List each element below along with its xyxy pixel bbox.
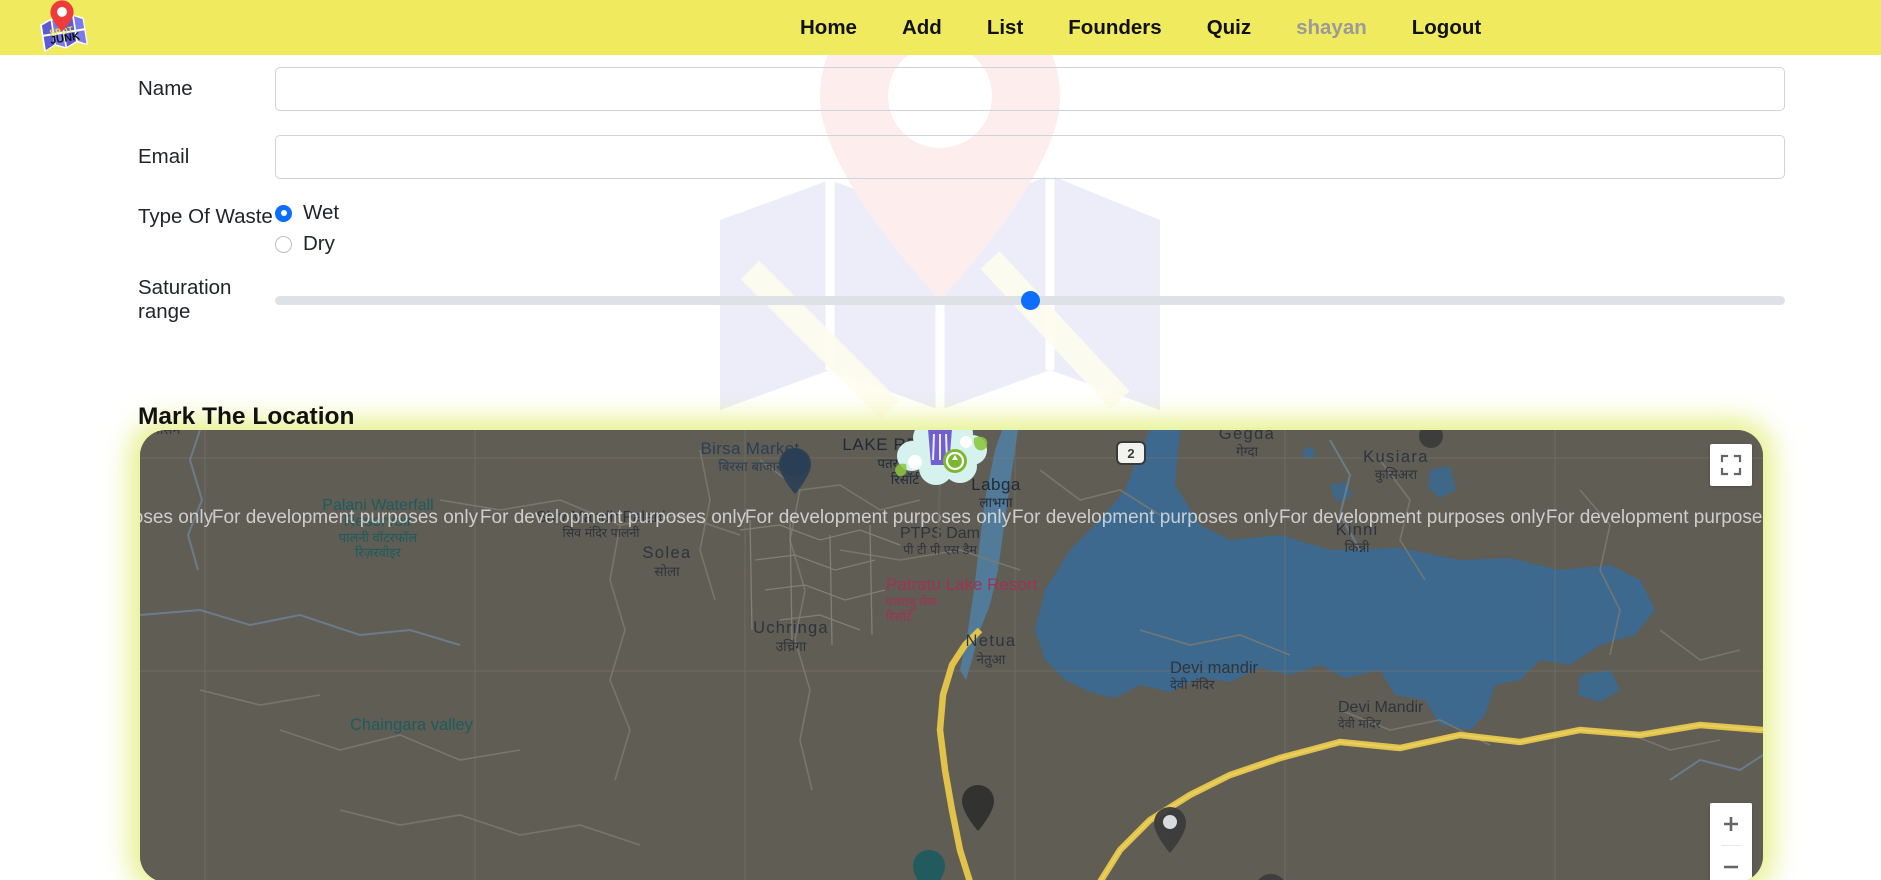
svg-text:Kusiara: Kusiara [1363, 448, 1429, 466]
svg-text:Uchringa: Uchringa [753, 619, 829, 637]
nav-link-list[interactable]: List [987, 16, 1023, 40]
svg-text:ओसम: ओसम [149, 430, 181, 437]
svg-text:गेग्दा: गेग्दा [1236, 443, 1259, 459]
nav-link-add[interactable]: Add [902, 16, 942, 40]
svg-text:For development purposes only: For development purposes only [1546, 507, 1763, 528]
mark-location-heading: Mark The Location [138, 402, 355, 430]
svg-text:Devi mandir: Devi mandir [1170, 659, 1259, 677]
map-zoom-in-button[interactable] [1710, 803, 1752, 845]
waste-report-form: Name Email Type Of Waste Wet Dry Saturat… [0, 55, 1881, 333]
radio-dry-icon[interactable] [275, 235, 292, 253]
svg-text:उच्रिंगा: उच्रिंगा [776, 638, 807, 654]
nav-link-username[interactable]: shayan [1296, 16, 1367, 40]
nav-link-quiz[interactable]: Quiz [1207, 16, 1251, 40]
name-input[interactable] [275, 67, 1785, 111]
form-row-name: Name [0, 55, 1881, 123]
saturation-slider-thumb[interactable] [1020, 290, 1040, 310]
svg-text:बिरसा बाजार: बिरसा बाजार [718, 458, 782, 474]
svg-text:Birsa Market: Birsa Market [700, 439, 799, 458]
radio-wet-label[interactable]: Wet [303, 201, 339, 225]
fullscreen-icon [1720, 454, 1742, 476]
waste-type-radio-group: Wet Dry [275, 193, 339, 256]
svg-text:पतरातु लेक: पतरातु लेक [886, 594, 938, 610]
waste-type-label: Type Of Waste [138, 205, 273, 228]
svg-text:रिसॉर्ट: रिसॉर्ट [891, 471, 920, 487]
svg-text:For development purposes only: For development purposes only [480, 507, 747, 528]
minus-icon [1724, 865, 1738, 869]
plus-icon [1724, 817, 1738, 831]
svg-text:Netua: Netua [965, 632, 1016, 650]
saturation-label: Saturation range [138, 276, 232, 323]
svg-text:नेतुआ: नेतुआ [977, 651, 1006, 668]
map-pin-logo-icon: SPOT JUNK [40, 0, 88, 53]
svg-text:Labga: Labga [971, 475, 1021, 494]
svg-text:पालनी वॉटरफॉल: पालनी वॉटरफॉल [339, 530, 418, 545]
svg-text:पी टी पी एस डैम: पी टी पी एस डैम [903, 542, 977, 557]
svg-text:For development purposes only: For development purposes only [745, 507, 1012, 528]
map-zoom-out-button[interactable] [1710, 846, 1752, 880]
radio-dry-label[interactable]: Dry [303, 232, 335, 256]
brand-logo-link[interactable]: SPOT JUNK [33, 0, 91, 56]
radio-item-dry[interactable]: Dry [275, 232, 339, 256]
email-input[interactable] [275, 135, 1785, 179]
name-label: Name [138, 77, 193, 100]
radio-wet-icon[interactable] [275, 204, 292, 222]
svg-text:किन्नी: किन्नी [1344, 539, 1370, 555]
top-navbar: SPOT JUNK Home Add List Founders Quiz sh… [0, 0, 1881, 55]
radio-item-wet[interactable]: Wet [275, 201, 339, 225]
svg-text:रिज़रवोइर: रिज़रवोइर [355, 545, 402, 560]
map-canvas[interactable]: 2 2 [140, 430, 1763, 880]
svg-text:देवी मंदिर: देवी मंदिर [1170, 677, 1215, 692]
svg-text:रिसॉर्ट: रिसॉर्ट [886, 609, 913, 624]
form-row-email: Email [0, 123, 1881, 191]
nav-link-logout[interactable]: Logout [1412, 16, 1481, 40]
svg-text:For development purposes only: For development purposes only [1279, 507, 1546, 528]
page-root: SPOT JUNK Home Add List Founders Quiz sh… [0, 0, 1881, 880]
form-row-waste-type: Type Of Waste Wet Dry [0, 191, 1881, 267]
saturation-slider[interactable] [275, 289, 1785, 311]
svg-text:Patratu Lake Resort: Patratu Lake Resort [886, 575, 1037, 594]
form-row-saturation: Saturation range [0, 267, 1881, 333]
svg-text:Chaingara valley: Chaingara valley [350, 716, 474, 734]
svg-text:Gegda: Gegda [1219, 430, 1276, 443]
email-label: Email [138, 145, 190, 168]
svg-text:2: 2 [1127, 446, 1134, 461]
nav-link-home[interactable]: Home [800, 16, 857, 40]
nav-link-founders[interactable]: Founders [1068, 16, 1161, 40]
map-fullscreen-button[interactable] [1710, 444, 1752, 486]
nav-links: Home Add List Founders Quiz shayan Logou… [800, 0, 1481, 55]
svg-text:Devi Mandir: Devi Mandir [1338, 699, 1424, 716]
location-map[interactable]: 2 2 [140, 430, 1763, 880]
svg-text:For development purposes only: For development purposes only [1012, 507, 1279, 528]
map-zoom-controls [1710, 803, 1752, 880]
svg-text:कुसिअरा: कुसिअरा [1375, 466, 1418, 483]
svg-text:Solea: Solea [642, 544, 691, 562]
svg-text:देवी मंदिर: देवी मंदिर [1338, 716, 1382, 731]
svg-text:For development purposes only: For development purposes only [212, 507, 479, 528]
svg-text:सोला: सोला [654, 563, 680, 579]
svg-text:For development purposes only: For development purposes only [140, 507, 214, 528]
